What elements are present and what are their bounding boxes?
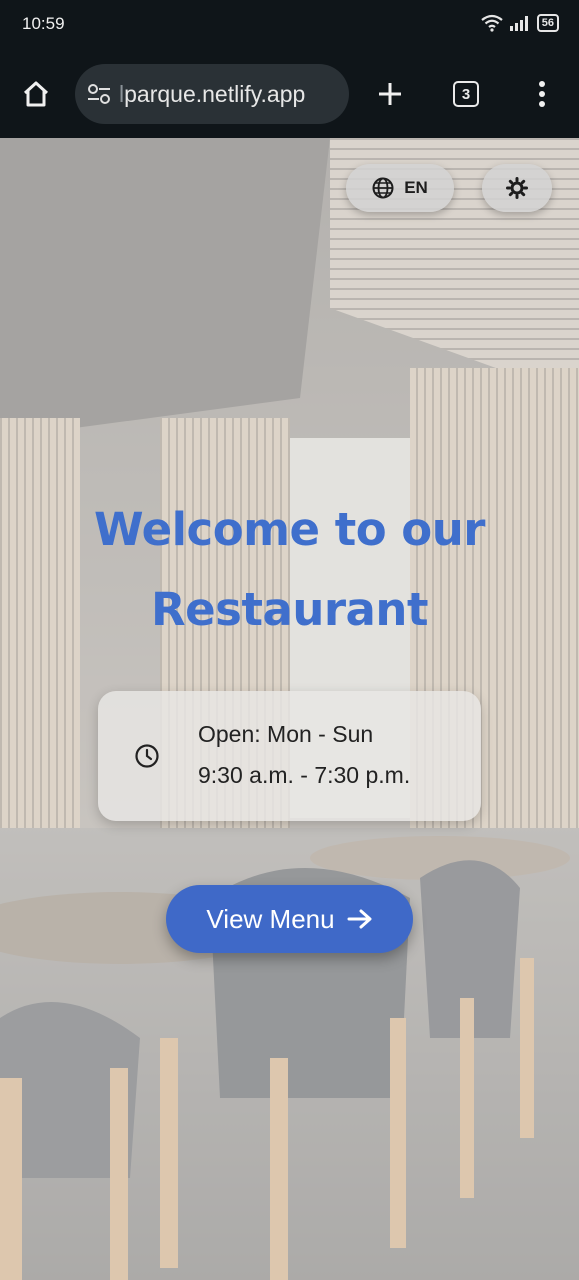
tab-switcher-button[interactable]: 3: [453, 81, 479, 107]
browser-toolbar: lparque.netlify.app 3: [0, 50, 579, 138]
site-settings-icon[interactable]: [85, 80, 113, 108]
hero-title: Welcome to our Restaurant: [94, 503, 485, 636]
globe-icon: [372, 177, 394, 199]
plus-icon: [379, 83, 401, 105]
status-icons: 56: [481, 14, 559, 32]
signal-icon: [509, 16, 528, 31]
more-options-button[interactable]: [528, 76, 556, 112]
url-domain: parque.netlify.app: [124, 80, 306, 107]
wifi-icon: [481, 14, 503, 32]
opening-days: Open: Mon - Sun: [198, 721, 374, 747]
view-menu-label: View Menu: [206, 903, 335, 934]
opening-hours-card: Open: Mon - Sun 9:30 a.m. - 7:30 p.m.: [98, 691, 481, 821]
home-icon: [23, 81, 49, 107]
arrow-right-icon: [347, 909, 372, 929]
opening-times: 9:30 a.m. - 7:30 p.m.: [198, 762, 411, 788]
status-time: 10:59: [22, 14, 65, 33]
home-button[interactable]: [18, 76, 54, 112]
url-text: lparque.netlify.app: [119, 81, 305, 108]
clock-icon: [135, 744, 159, 768]
address-bar[interactable]: lparque.netlify.app: [75, 64, 349, 124]
page-content: EN Welcome to our Restaurant Open: Mon -…: [0, 138, 579, 1280]
new-tab-button[interactable]: [373, 77, 407, 111]
theme-toggle-button[interactable]: [482, 164, 552, 212]
sun-icon: [506, 177, 528, 199]
kebab-menu-icon: [539, 81, 545, 107]
status-bar: 10:59 56: [0, 0, 579, 50]
language-switcher-button[interactable]: EN: [346, 164, 454, 212]
battery-icon: 56: [536, 14, 559, 32]
language-label: EN: [404, 178, 428, 197]
view-menu-button[interactable]: View Menu: [166, 885, 413, 953]
